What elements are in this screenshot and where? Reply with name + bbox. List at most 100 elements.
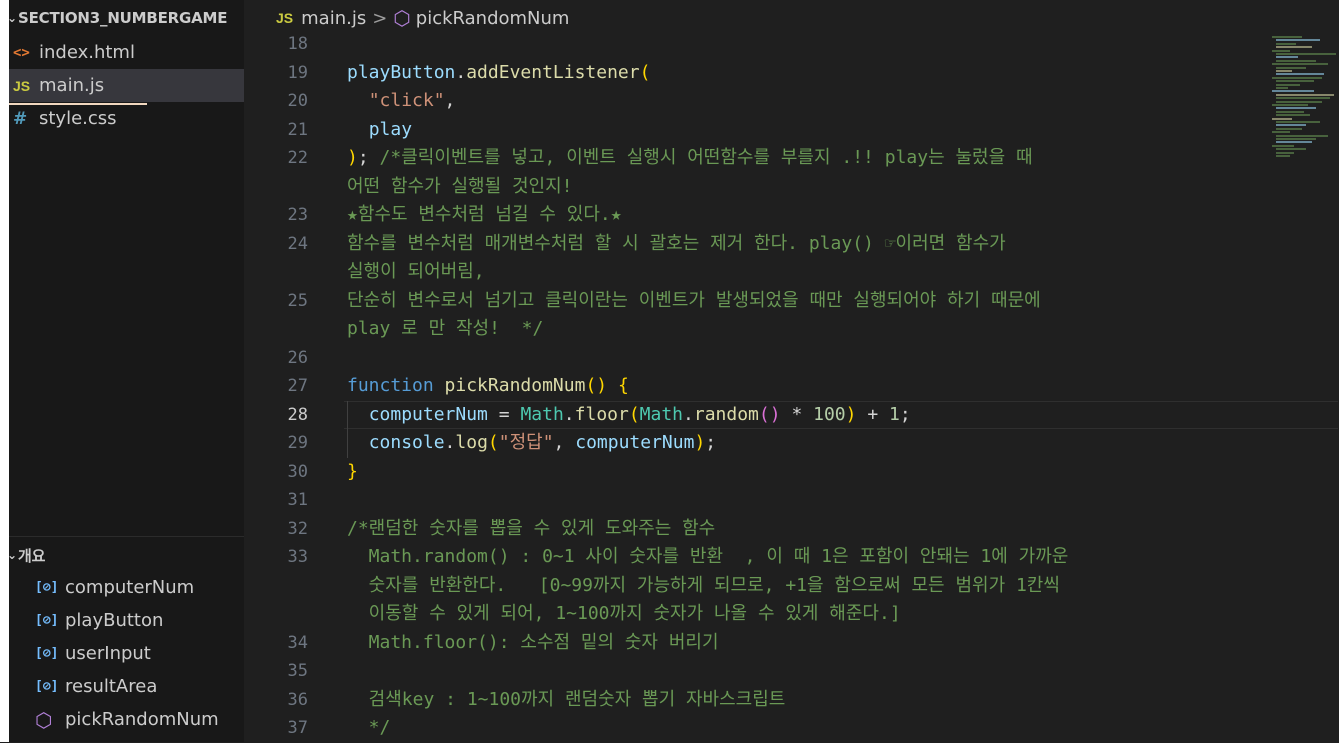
code-line[interactable]: 27 function pickRandomNum() {: [244, 372, 1264, 401]
code-line[interactable]: 25 단순히 변수로서 넘기고 클릭이란는 이벤트가 발생되었을 때만 실행되어야…: [244, 287, 1264, 316]
outline-label: pickRandomNum: [65, 709, 219, 730]
breadcrumb-file[interactable]: main.js: [301, 8, 366, 29]
line-text: Math.random() : 0~1 사이 숫자를 반환 , 이 때 1은 포…: [347, 546, 1069, 567]
line-text: 실행이 되어버림,: [347, 261, 485, 282]
code-line[interactable]: 35: [244, 657, 1264, 686]
line-text: ); /*클릭이벤트를 넣고, 이벤트 실행시 어떤함수를 부를지 .!! pl…: [347, 147, 1033, 168]
minimap-line: [1276, 87, 1288, 89]
line-text: Math.floor(): 소수점 밑의 숫자 버리기: [347, 631, 719, 653]
minimap-line: [1276, 66, 1306, 69]
code-line[interactable]: 34 Math.floor(): 소수점 밑의 숫자 버리기: [244, 629, 1264, 658]
code-line[interactable]: 실행이 되어버림,: [244, 258, 1264, 287]
minimap-line: [1272, 90, 1314, 93]
code-line[interactable]: 18: [244, 30, 1264, 59]
minimap-line: [1272, 36, 1302, 38]
minimap-line: [1276, 42, 1296, 45]
minimap-line: [1276, 59, 1316, 62]
file-item-style-css[interactable]: # style.css: [9, 102, 244, 135]
code-line[interactable]: 20 "click",: [244, 87, 1264, 116]
variable-icon: [⊘]: [35, 580, 59, 595]
line-text: console.log("정답", computerNum);: [368, 432, 717, 453]
line-number: 19: [287, 62, 308, 83]
code-line[interactable]: 28 computerNum = Math.floor(Math.random(…: [244, 400, 1338, 429]
outline-item-playButton[interactable]: [⊘] playButton: [9, 604, 244, 637]
line-text: play 로 만 작성! */: [347, 318, 544, 339]
code-line[interactable]: 이동할 수 있게 되어, 1~100까지 숫자가 나올 수 있게 해준다.]: [244, 600, 1264, 629]
outline-header[interactable]: ⌄ 개요: [9, 537, 244, 573]
line-number: 24: [287, 233, 308, 254]
file-item-main-js[interactable]: JS main.js: [9, 69, 244, 102]
minimap-line: [1276, 110, 1304, 113]
minimap-line: [1272, 117, 1292, 120]
code-line[interactable]: play 로 만 작성! */: [244, 315, 1264, 344]
function-cube-icon: ⬡: [35, 707, 53, 732]
code-line[interactable]: 22 ); /*클릭이벤트를 넣고, 이벤트 실행시 어떤함수를 부를지 .!! …: [244, 144, 1264, 173]
line-number: 22: [287, 148, 308, 168]
minimap-line: [1276, 97, 1330, 100]
line-number: 28: [287, 404, 308, 425]
code-line[interactable]: 37 */: [244, 714, 1264, 743]
code-editor[interactable]: JS main.js > ⬡ pickRandomNum 18 19 playBut…: [244, 0, 1339, 742]
code-line[interactable]: 31: [244, 486, 1264, 515]
minimap-line: [1272, 144, 1294, 147]
minimap-line: [1276, 138, 1316, 140]
line-number: 25: [287, 290, 308, 311]
line-text: function pickRandomNum() {: [347, 375, 629, 396]
outline-label: playButton: [65, 610, 164, 631]
minimap-line: [1272, 76, 1322, 79]
minimap-line: [1272, 104, 1308, 106]
code-line[interactable]: 33 Math.random() : 0~1 사이 숫자를 반환 , 이 때 1…: [244, 543, 1264, 572]
minimap-line: [1276, 53, 1336, 55]
code-line[interactable]: 26: [244, 344, 1264, 373]
line-text: */: [347, 717, 391, 738]
code-line[interactable]: 21 play: [244, 116, 1264, 145]
code-line[interactable]: 숫자를 반환한다. [0~99까지 가능하게 되므로, +1을 함으로써 모든 …: [244, 572, 1264, 601]
minimap-line: [1276, 155, 1290, 157]
file-name: main.js: [39, 75, 105, 96]
line-text: 어떤 함수가 실행될 것인지!: [347, 175, 573, 197]
minimap-line: [1276, 124, 1306, 127]
folder-header[interactable]: ⌄ SECTION3_NUMBERGAME: [9, 0, 244, 36]
line-text: /*랜덤한 숫자를 뽑을 수 있게 도와주는 함수: [347, 517, 716, 539]
minimap-line: [1276, 39, 1320, 42]
outline-item-computerNum[interactable]: [⊘] computerNum: [9, 571, 244, 604]
line-number: 29: [287, 433, 308, 453]
line-text: 함수를 변수처럼 매개변수처럼 할 시 괄호는 제거 한다. play() ☞이…: [347, 232, 1006, 254]
code-line[interactable]: 19 playButton.addEventListener(: [244, 59, 1264, 88]
minimap-line: [1276, 141, 1312, 144]
minimap[interactable]: [1272, 36, 1339, 166]
minimap-line: [1276, 93, 1334, 96]
code-line[interactable]: 29 console.log("정답", computerNum);: [244, 429, 1264, 458]
minimap-line: [1276, 83, 1300, 86]
outline-item-userInput[interactable]: [⊘] userInput: [9, 637, 244, 670]
explorer-sidebar: ⌄ SECTION3_NUMBERGAME <> index.html JS m…: [9, 0, 244, 742]
function-cube-icon: ⬡: [393, 6, 411, 30]
code-line[interactable]: 30}: [244, 458, 1264, 487]
line-number: 27: [287, 376, 308, 396]
code-line[interactable]: 24 함수를 변수처럼 매개변수처럼 할 시 괄호는 제거 한다. play() …: [244, 230, 1264, 259]
outline-item-resultArea[interactable]: [⊘] resultArea: [9, 670, 244, 703]
minimap-line: [1276, 73, 1324, 76]
outline-item-pickRandomNum[interactable]: ⬡ pickRandomNum: [9, 703, 244, 736]
minimap-line: [1276, 114, 1310, 117]
code-line[interactable]: 32 /*랜덤한 숫자를 뽑을 수 있게 도와주는 함수: [244, 515, 1264, 544]
breadcrumb-symbol[interactable]: pickRandomNum: [416, 8, 570, 29]
line-number: 18: [287, 34, 308, 54]
folder-name: SECTION3_NUMBERGAME: [18, 9, 228, 27]
code-line[interactable]: 36 검색key : 1~100까지 랜덤숫자 뽑기 자바스크립트: [244, 686, 1264, 715]
minimap-line: [1272, 49, 1290, 52]
line-number: 20: [287, 91, 308, 111]
code-lines[interactable]: 18 19 playButton.addEventListener(20 "clic…: [244, 30, 1338, 743]
line-text: computerNum = Math.floor(Math.random() *…: [368, 403, 911, 425]
line-number: 21: [287, 119, 308, 140]
indent-guide: [347, 400, 348, 458]
code-line[interactable]: 23 ★함수도 변수처럼 넘길 수 있다.★: [244, 201, 1264, 230]
line-text: 검색key : 1~100까지 랜덤숫자 뽑기 자바스크립트: [347, 688, 786, 710]
outline-label: resultArea: [65, 676, 158, 697]
line-number: 31: [287, 490, 308, 510]
minimap-line: [1276, 151, 1294, 154]
line-number: 36: [287, 689, 308, 710]
file-item-index-html[interactable]: <> index.html: [9, 36, 244, 69]
code-line[interactable]: 어떤 함수가 실행될 것인지!: [244, 173, 1264, 202]
js-file-icon: JS: [13, 77, 31, 94]
